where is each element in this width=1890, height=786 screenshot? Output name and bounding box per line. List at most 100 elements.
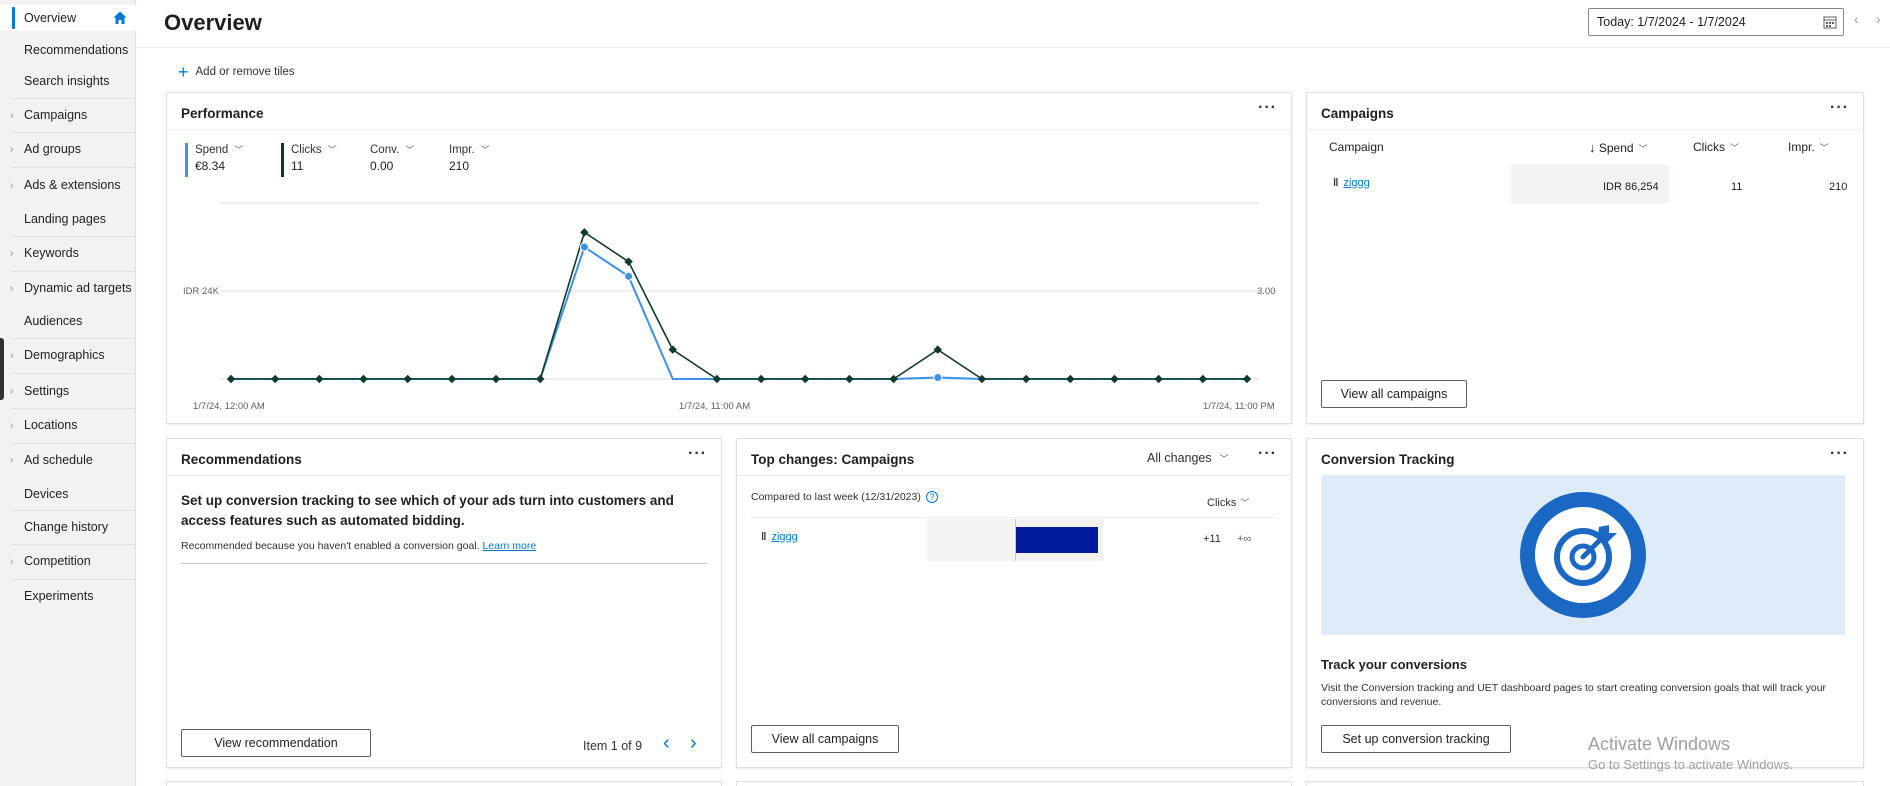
column-header-clicks[interactable]: Clicks ﹀ xyxy=(1693,140,1739,154)
data-point-clicks[interactable] xyxy=(668,345,677,354)
column-header-campaign[interactable]: Campaign xyxy=(1329,140,1384,154)
sidebar-item-locations[interactable]: › Locations xyxy=(0,412,136,438)
watermark-line2: Go to Settings to activate Windows. xyxy=(1588,757,1794,772)
column-header-spend[interactable]: ↓ Spend ﹀ xyxy=(1589,140,1648,155)
campaign-link[interactable]: ziggg xyxy=(1343,177,1369,189)
sidebar-item-campaigns[interactable]: › Campaigns xyxy=(0,102,136,128)
learn-more-link[interactable]: Learn more xyxy=(482,540,536,552)
changes-metric-dropdown[interactable]: Clicks ﹀ xyxy=(1207,496,1249,509)
data-point-clicks[interactable] xyxy=(1154,374,1163,384)
sidebar-item-label: Ad groups xyxy=(24,142,81,156)
sidebar-divider xyxy=(12,579,136,580)
data-point-clicks[interactable] xyxy=(580,228,589,237)
data-point-clicks[interactable] xyxy=(1021,374,1031,384)
more-options-icon[interactable]: ··· xyxy=(688,445,707,463)
data-point-clicks[interactable] xyxy=(359,374,368,384)
change-bar xyxy=(1016,527,1098,553)
sidebar-item-change-history[interactable]: Change history xyxy=(0,514,136,540)
view-all-campaigns-button[interactable]: View all campaigns xyxy=(1321,380,1467,408)
data-point-clicks[interactable] xyxy=(1110,374,1119,384)
data-point-clicks[interactable] xyxy=(756,374,766,384)
sidebar-item-ad-schedule[interactable]: › Ad schedule xyxy=(0,447,136,473)
sidebar-item-search-insights[interactable]: Search insights xyxy=(0,68,136,94)
sidebar-item-recommendations[interactable]: Recommendations xyxy=(0,37,136,63)
changes-metric-value: Clicks xyxy=(1207,497,1237,509)
conversion-tracking-card: Conversion Tracking ··· Track your conve… xyxy=(1306,438,1864,768)
data-point-clicks[interactable] xyxy=(933,345,943,354)
data-point-clicks[interactable] xyxy=(447,374,457,384)
top-changes-title: Top changes: Campaigns xyxy=(751,452,915,467)
sidebar-divider xyxy=(12,167,136,168)
data-point-clicks[interactable] xyxy=(1198,374,1208,384)
sidebar-item-label: Settings xyxy=(24,384,70,398)
sidebar-item-label: Search insights xyxy=(24,74,110,88)
sidebar-item-keywords[interactable]: › Keywords xyxy=(0,240,136,266)
set-up-conversion-tracking-button[interactable]: Set up conversion tracking xyxy=(1321,725,1511,753)
next-period-icon[interactable]: › xyxy=(1876,11,1881,27)
data-point-clicks[interactable] xyxy=(270,374,280,384)
data-point-clicks[interactable] xyxy=(491,374,501,384)
sidebar-item-settings[interactable]: › Settings xyxy=(0,378,136,404)
campaign-clicks: 11 xyxy=(1731,181,1743,193)
sidebar-divider xyxy=(12,408,136,409)
data-point-clicks[interactable] xyxy=(977,374,987,384)
changes-filter-dropdown[interactable]: All changes ﹀ xyxy=(1147,451,1229,465)
performance-card: Performance ··· Spend ﹀ €8.34 Clicks ﹀ 11 … xyxy=(166,92,1292,424)
sidebar-divider xyxy=(12,236,136,237)
x-axis-label-start: 1/7/24, 12:00 AM xyxy=(193,401,265,412)
more-options-icon[interactable]: ··· xyxy=(1830,99,1849,117)
view-all-campaigns-button[interactable]: View all campaigns xyxy=(751,725,899,753)
sidebar-item-overview[interactable]: Overview xyxy=(0,5,136,31)
more-options-icon[interactable]: ··· xyxy=(1830,445,1849,463)
sidebar-item-audiences[interactable]: Audiences xyxy=(0,308,136,334)
sidebar-item-ads-extensions[interactable]: › Ads & extensions xyxy=(0,172,136,198)
data-point-clicks[interactable] xyxy=(845,374,854,384)
card-header-divider xyxy=(167,475,721,476)
sidebar-item-devices[interactable]: Devices xyxy=(0,481,136,507)
sidebar-resize-handle[interactable] xyxy=(0,338,4,400)
data-point-spend[interactable] xyxy=(933,373,943,383)
column-header-impressions[interactable]: Impr. ﹀ xyxy=(1788,140,1829,154)
add-remove-tiles-label: Add or remove tiles xyxy=(195,66,295,78)
data-point-clicks[interactable] xyxy=(315,374,324,384)
date-range-picker[interactable]: Today: 1/7/2024 - 1/7/2024 xyxy=(1588,8,1844,36)
data-point-clicks[interactable] xyxy=(1066,374,1075,384)
sidebar-item-competition[interactable]: › Competition xyxy=(0,548,136,574)
help-icon[interactable]: ? xyxy=(925,491,938,503)
data-point-clicks[interactable] xyxy=(712,374,722,384)
sidebar-item-demographics[interactable]: › Demographics xyxy=(0,342,136,368)
data-point-spend[interactable] xyxy=(579,242,589,252)
campaign-spend: IDR 86,254 xyxy=(1603,181,1659,193)
data-point-clicks[interactable] xyxy=(801,374,810,384)
pause-icon: ǁ xyxy=(1333,177,1339,189)
data-point-clicks[interactable] xyxy=(1242,374,1252,384)
previous-period-icon[interactable]: ‹ xyxy=(1854,11,1859,27)
partial-card xyxy=(736,781,1292,786)
next-item-icon[interactable]: › xyxy=(690,732,697,755)
sidebar-item-label: Change history xyxy=(24,520,109,534)
data-point-spend[interactable] xyxy=(624,271,634,281)
previous-item-icon[interactable]: ‹ xyxy=(663,732,670,755)
view-recommendation-button[interactable]: View recommendation xyxy=(181,729,371,757)
y-axis-left-label: IDR 24K xyxy=(183,286,219,297)
sidebar-item-label: Campaigns xyxy=(24,108,88,122)
recommendation-reason: Recommended because you haven't enabled … xyxy=(181,540,536,552)
add-remove-tiles-button[interactable]: + Add or remove tiles xyxy=(178,63,295,81)
sidebar-item-label: Recommendations xyxy=(24,43,129,57)
data-point-clicks[interactable] xyxy=(535,374,545,384)
sidebar-divider xyxy=(12,271,136,272)
data-point-clicks[interactable] xyxy=(889,374,898,384)
header-divider xyxy=(136,47,1890,48)
sidebar-item-landing-pages[interactable]: Landing pages xyxy=(0,206,136,232)
campaigns-card: Campaigns ··· Campaign ↓ Spend ﹀ Clicks ﹀ … xyxy=(1306,92,1864,424)
sidebar-item-label: Dynamic ad targets xyxy=(24,281,132,295)
sidebar-item-ad-groups[interactable]: › Ad groups xyxy=(0,136,136,162)
top-changes-card: Top changes: Campaigns All changes ﹀ ··· … xyxy=(736,438,1292,768)
campaign-link[interactable]: ziggg xyxy=(771,531,797,543)
data-point-clicks[interactable] xyxy=(403,374,412,384)
data-point-clicks[interactable] xyxy=(624,257,633,266)
data-point-clicks[interactable] xyxy=(226,374,236,384)
sidebar-item-dynamic-ad-targets[interactable]: › Dynamic ad targets xyxy=(0,275,136,301)
more-options-icon[interactable]: ··· xyxy=(1258,445,1277,463)
sidebar-item-experiments[interactable]: Experiments xyxy=(0,583,136,609)
